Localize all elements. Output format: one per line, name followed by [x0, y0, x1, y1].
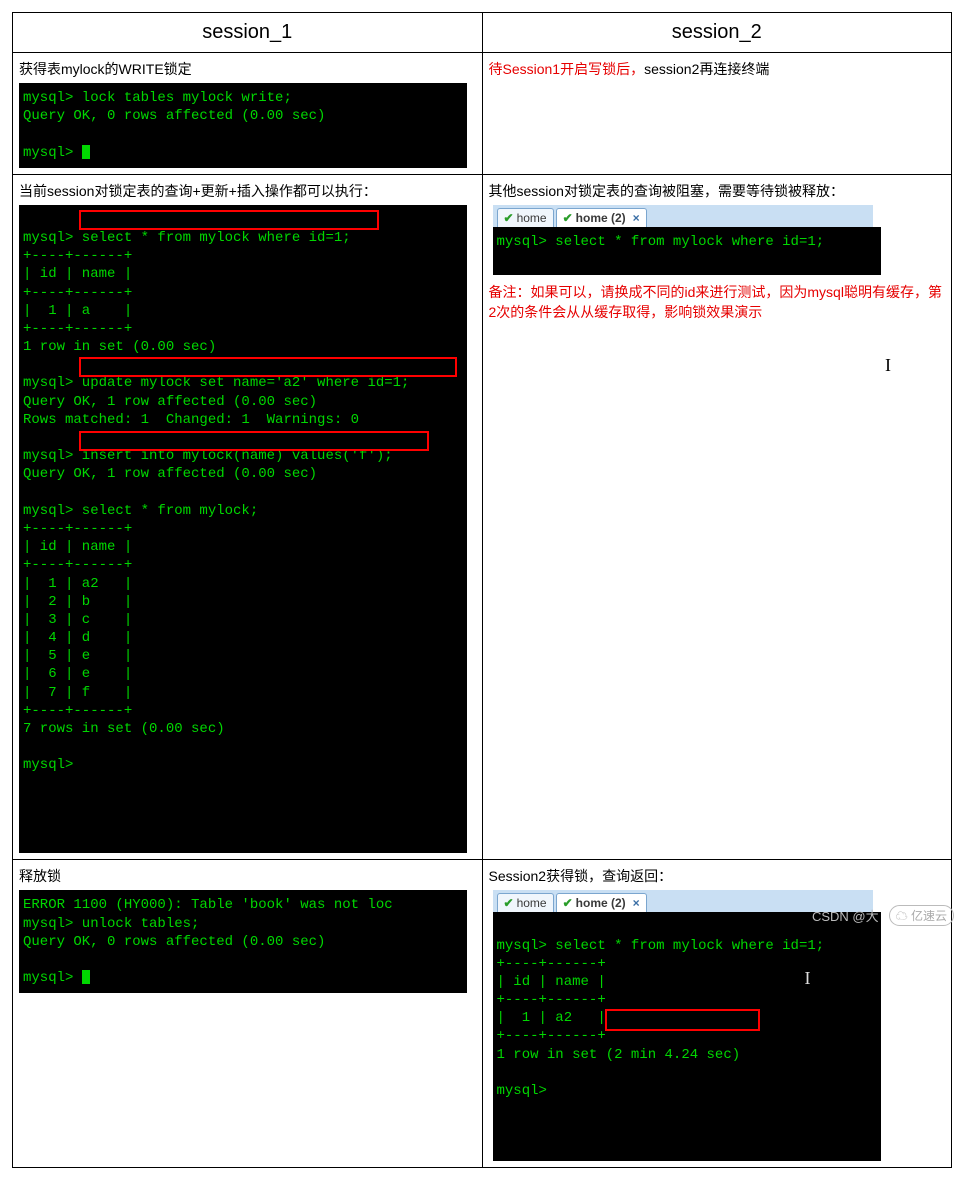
highlight-select	[79, 210, 379, 230]
r3-s1-terminal: ERROR 1100 (HY000): Table 'book' was not…	[19, 890, 467, 993]
r3-s1-term-text: ERROR 1100 (HY000): Table 'book' was not…	[23, 897, 393, 986]
r1-s1-terminal: mysql> lock tables mylock write; Query O…	[19, 83, 467, 168]
cell-r1-s1: 获得表mylock的WRITE锁定 mysql> lock tables myl…	[13, 53, 483, 175]
header-session1: session_1	[13, 13, 483, 53]
tab-home2[interactable]: ✔home (2) ×	[556, 208, 647, 227]
r2-s2-note: 备注：如果可以，请换成不同的id来进行测试，因为mysql聪明有缓存，第2次的条…	[489, 283, 946, 322]
r1-s1-desc: 获得表mylock的WRITE锁定	[19, 59, 476, 79]
check-icon: ✔	[563, 211, 573, 225]
tabbar-r2: ✔home ✔home (2)×	[493, 205, 873, 227]
r3-s1-desc: 释放锁	[19, 866, 476, 886]
tab-home-label: home	[517, 211, 547, 225]
cursor-icon	[82, 145, 90, 159]
r2-s1-term-text: mysql> select * from mylock where id=1; …	[23, 230, 409, 773]
highlight-time	[605, 1009, 760, 1031]
cursor-icon	[82, 970, 90, 984]
tab-home-r3[interactable]: ✔home	[497, 893, 554, 912]
watermark-csdn: CSDN @大	[812, 906, 879, 925]
check-icon: ✔	[504, 211, 514, 225]
sessions-table: session_1 session_2 获得表mylock的WRITE锁定 my…	[12, 12, 952, 1168]
r3-s2-desc: Session2获得锁，查询返回：	[489, 866, 946, 886]
watermark: CSDN @大 ☁ 亿速云	[812, 905, 954, 926]
text-cursor-icon: I	[805, 967, 811, 990]
watermark-yisu: ☁ 亿速云	[889, 905, 954, 926]
r1-s2-red: 待Session1开启写锁后，	[489, 61, 645, 77]
highlight-update	[79, 357, 457, 377]
r1-s2-desc: 待Session1开启写锁后，session2再连接终端	[489, 59, 946, 79]
check-icon: ✔	[563, 896, 573, 910]
tab-home2-r3-label: home (2)	[576, 896, 626, 910]
tab-home2-label: home (2)	[576, 211, 626, 225]
r2-s2-desc: 其他session对锁定表的查询被阻塞，需要等待锁被释放：	[489, 181, 946, 201]
r2-s1-terminal: mysql> select * from mylock where id=1; …	[19, 205, 467, 854]
cell-r1-s2: 待Session1开启写锁后，session2再连接终端	[482, 53, 952, 175]
r2-s2-term-text: mysql> select * from mylock where id=1;	[497, 234, 825, 250]
r3-s2-term-text: mysql> select * from mylock where id=1; …	[497, 938, 825, 1100]
r1-s1-term-text: mysql> lock tables mylock write; Query O…	[23, 90, 325, 161]
check-icon: ✔	[504, 896, 514, 910]
text-cursor-icon: I	[885, 355, 891, 376]
tab-home2-r3[interactable]: ✔home (2) ×	[556, 893, 647, 912]
close-icon[interactable]: ×	[633, 211, 640, 225]
r3-s2-terminal: mysql> select * from mylock where id=1; …	[493, 912, 881, 1160]
cell-r3-s1: 释放锁 ERROR 1100 (HY000): Table 'book' was…	[13, 860, 483, 1167]
r2-s2-terminal: mysql> select * from mylock where id=1;	[493, 227, 881, 275]
watermark-yisu-text: 亿速云	[911, 909, 947, 923]
cell-r2-s1: 当前session对锁定表的查询+更新+插入操作都可以执行： mysql> se…	[13, 174, 483, 860]
header-session2: session_2	[482, 13, 952, 53]
tab-home[interactable]: ✔home	[497, 208, 554, 227]
tab-home-r3-label: home	[517, 896, 547, 910]
close-icon[interactable]: ×	[633, 896, 640, 910]
cell-r2-s2: 其他session对锁定表的查询被阻塞，需要等待锁被释放： ✔home ✔hom…	[482, 174, 952, 860]
r2-s1-desc: 当前session对锁定表的查询+更新+插入操作都可以执行：	[19, 181, 476, 201]
r1-s2-black: session2再连接终端	[644, 61, 769, 77]
